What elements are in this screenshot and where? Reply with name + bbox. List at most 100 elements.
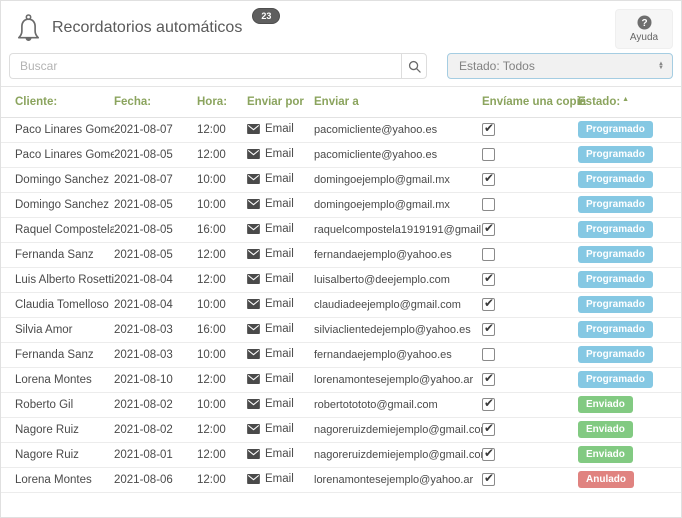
status-badge: Enviado xyxy=(578,396,633,413)
cell-enviar-a: lorenamontesejemplo@yahoo.ar xyxy=(314,467,482,492)
cell-enviar-a: claudiadeejemplo@gmail.com xyxy=(314,292,482,317)
select-stepper-icon: ▲▼ xyxy=(658,62,664,70)
svg-text:?: ? xyxy=(641,18,647,29)
copy-checkbox[interactable] xyxy=(482,323,495,336)
cell-enviar-a: nagoreruizdemiejemplo@gmail.com xyxy=(314,442,482,467)
status-badge: Programado xyxy=(578,371,653,388)
cell-enviar-a: pacomicliente@yahoo.es xyxy=(314,117,482,142)
cell-fecha: 2021-08-02 xyxy=(114,392,197,417)
cell-hora: 10:00 xyxy=(197,392,247,417)
copy-checkbox[interactable] xyxy=(482,448,495,461)
status-badge: Programado xyxy=(578,271,653,288)
enviar-por-label: Email xyxy=(265,473,294,485)
table-row: Raquel Compostela 2021-08-05 16:00 Email… xyxy=(1,217,681,242)
email-icon xyxy=(247,299,260,309)
cell-fecha: 2021-08-05 xyxy=(114,192,197,217)
copy-checkbox[interactable] xyxy=(482,273,495,286)
cell-fecha: 2021-08-01 xyxy=(114,442,197,467)
status-badge: Programado xyxy=(578,246,653,263)
email-icon xyxy=(247,324,260,334)
cell-cliente: Nagore Ruiz xyxy=(1,417,114,442)
cell-enviar-por: Email xyxy=(247,123,294,135)
cell-hora: 12:00 xyxy=(197,242,247,267)
column-header-estado[interactable]: Estado:▲ xyxy=(578,87,681,117)
count-badge: 23 xyxy=(252,8,280,24)
table-row: Fernanda Sanz 2021-08-03 10:00 Email fer… xyxy=(1,342,681,367)
cell-fecha: 2021-08-03 xyxy=(114,342,197,367)
table-row: Luis Alberto Rosetti 2021-08-04 12:00 Em… xyxy=(1,267,681,292)
cell-enviar-a: fernandaejemplo@yahoo.es xyxy=(314,242,482,267)
cell-cliente: Fernanda Sanz xyxy=(1,242,114,267)
column-header-copia[interactable]: Envíame una copia xyxy=(482,87,578,117)
enviar-por-label: Email xyxy=(265,123,294,135)
cell-hora: 12:00 xyxy=(197,442,247,467)
cell-cliente: Lorena Montes xyxy=(1,367,114,392)
cell-cliente: Raquel Compostela xyxy=(1,217,114,242)
status-badge: Programado xyxy=(578,171,653,188)
copy-checkbox[interactable] xyxy=(482,198,495,211)
cell-fecha: 2021-08-06 xyxy=(114,467,197,492)
cell-enviar-a: domingoejemplo@gmail.mx xyxy=(314,167,482,192)
table-row: Roberto Gil 2021-08-02 10:00 Email rober… xyxy=(1,392,681,417)
cell-fecha: 2021-08-05 xyxy=(114,242,197,267)
cell-fecha: 2021-08-10 xyxy=(114,367,197,392)
copy-checkbox[interactable] xyxy=(482,123,495,136)
column-header-hora[interactable]: Hora: xyxy=(197,87,247,117)
copy-checkbox[interactable] xyxy=(482,173,495,186)
copy-checkbox[interactable] xyxy=(482,248,495,261)
cell-hora: 12:00 xyxy=(197,142,247,167)
cell-enviar-por: Email xyxy=(247,473,294,485)
cell-enviar-por: Email xyxy=(247,273,294,285)
email-icon xyxy=(247,199,260,209)
table-row: Domingo Sanchez 2021-08-07 10:00 Email d… xyxy=(1,167,681,192)
reminders-page: Recordatorios automáticos 23 ? Ayuda Est… xyxy=(0,0,682,518)
column-header-cliente[interactable]: Cliente: xyxy=(1,87,114,117)
column-header-enviar-por[interactable]: Enviar por xyxy=(247,87,314,117)
copy-checkbox[interactable] xyxy=(482,373,495,386)
email-icon xyxy=(247,249,260,259)
enviar-por-label: Email xyxy=(265,248,294,260)
cell-hora: 10:00 xyxy=(197,167,247,192)
enviar-por-label: Email xyxy=(265,273,294,285)
cell-hora: 16:00 xyxy=(197,217,247,242)
table-row: Paco Linares Gomez 2021-08-05 12:00 Emai… xyxy=(1,142,681,167)
table-row: Fernanda Sanz 2021-08-05 12:00 Email fer… xyxy=(1,242,681,267)
cell-fecha: 2021-08-05 xyxy=(114,142,197,167)
copy-checkbox[interactable] xyxy=(482,423,495,436)
enviar-por-label: Email xyxy=(265,398,294,410)
copy-checkbox[interactable] xyxy=(482,398,495,411)
copy-checkbox[interactable] xyxy=(482,223,495,236)
estado-filter-select[interactable]: Estado: Todos ▲▼ xyxy=(447,53,673,79)
email-icon xyxy=(247,424,260,434)
reminders-table: Cliente: Fecha: Hora: Enviar por Enviar … xyxy=(1,87,681,493)
table-row: Domingo Sanchez 2021-08-05 10:00 Email d… xyxy=(1,192,681,217)
status-badge: Programado xyxy=(578,196,653,213)
cell-cliente: Nagore Ruiz xyxy=(1,442,114,467)
column-header-fecha[interactable]: Fecha: xyxy=(114,87,197,117)
copy-checkbox[interactable] xyxy=(482,348,495,361)
cell-fecha: 2021-08-04 xyxy=(114,292,197,317)
enviar-por-label: Email xyxy=(265,373,294,385)
cell-hora: 10:00 xyxy=(197,192,247,217)
status-badge: Enviado xyxy=(578,421,633,438)
help-button[interactable]: ? Ayuda xyxy=(615,9,673,49)
copy-checkbox[interactable] xyxy=(482,473,495,486)
cell-fecha: 2021-08-07 xyxy=(114,167,197,192)
copy-checkbox[interactable] xyxy=(482,148,495,161)
search-icon xyxy=(408,60,421,73)
question-icon: ? xyxy=(637,15,652,30)
search-input[interactable] xyxy=(9,53,401,79)
copy-checkbox[interactable] xyxy=(482,298,495,311)
table-row: Claudia Tomelloso 2021-08-04 10:00 Email… xyxy=(1,292,681,317)
cell-cliente: Paco Linares Gomez xyxy=(1,117,114,142)
email-icon xyxy=(247,474,260,484)
status-badge: Anulado xyxy=(578,471,634,488)
bell-icon xyxy=(15,13,42,44)
cell-cliente: Lorena Montes xyxy=(1,467,114,492)
search-button[interactable] xyxy=(401,53,427,79)
table-row: Silvia Amor 2021-08-03 16:00 Email silvi… xyxy=(1,317,681,342)
status-badge: Programado xyxy=(578,146,653,163)
table-header-row: Cliente: Fecha: Hora: Enviar por Enviar … xyxy=(1,87,681,117)
column-header-enviar-a[interactable]: Enviar a xyxy=(314,87,482,117)
cell-cliente: Fernanda Sanz xyxy=(1,342,114,367)
